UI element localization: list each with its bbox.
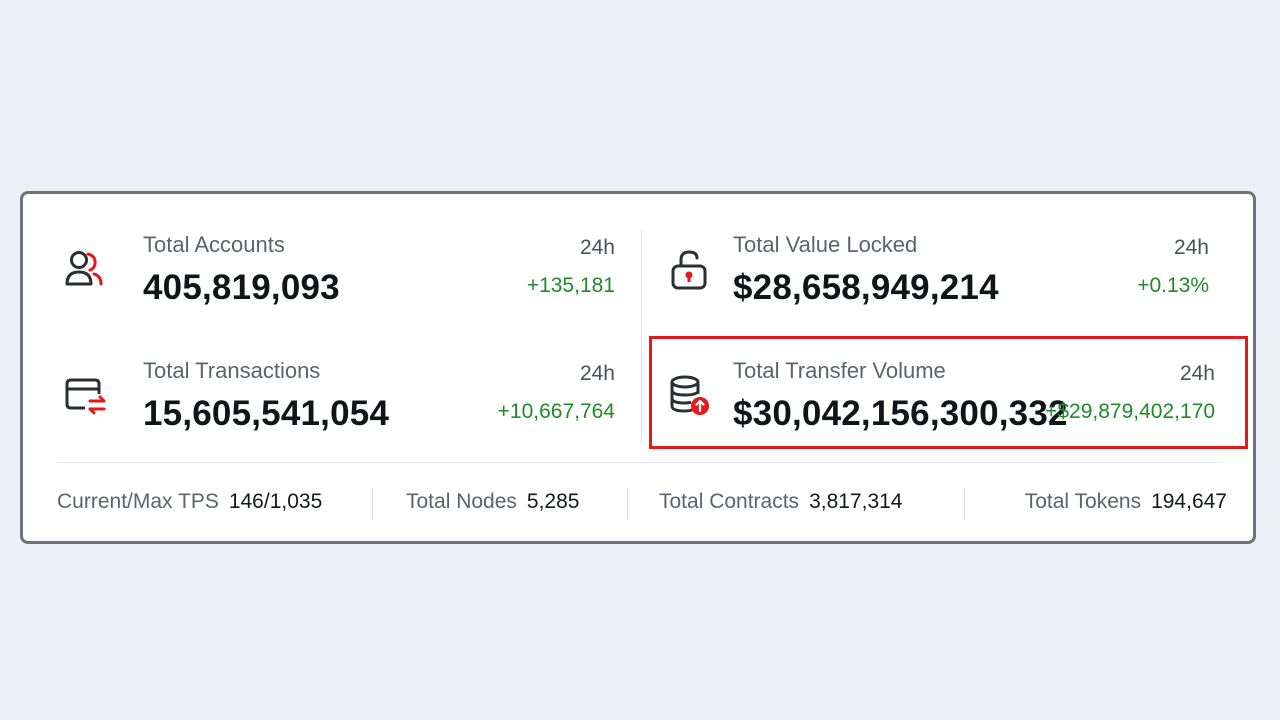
metric-tps[interactable]: Current/Max TPS 146/1,035 [57, 490, 322, 514]
footer-metrics: Current/Max TPS 146/1,035 Total Nodes 5,28… [57, 480, 1227, 528]
footer-separator [627, 488, 628, 520]
stat-total-accounts[interactable]: Total Accounts 405,819,093 24h +135,181 [59, 218, 619, 314]
unlock-icon [665, 244, 717, 296]
stat-label: Total Transfer Volume [733, 358, 946, 383]
stat-total-value-locked[interactable]: Total Value Locked $28,658,949,214 24h +… [655, 218, 1225, 314]
stat-period: 24h [579, 236, 615, 259]
stat-period: 24h [1179, 362, 1215, 385]
card-transfer-icon [59, 370, 111, 422]
stat-period: 24h [579, 362, 615, 385]
metric-nodes[interactable]: Total Nodes 5,285 [406, 490, 579, 514]
stat-label: Total Value Locked [733, 232, 918, 257]
stat-total-transactions[interactable]: Total Transactions 15,605,541,054 24h +1… [59, 344, 619, 440]
metric-contracts[interactable]: Total Contracts 3,817,314 [659, 490, 903, 514]
stat-change: +135,181 [526, 274, 615, 297]
metric-label: Total Tokens [1024, 490, 1142, 513]
stat-value: 405,819,093 [143, 268, 340, 307]
metric-value: 194,647 [1151, 490, 1227, 513]
metric-value: 3,817,314 [809, 490, 903, 513]
metric-value: 5,285 [526, 490, 580, 513]
footer-separator [964, 488, 965, 520]
metric-label: Total Nodes [406, 490, 517, 513]
stat-label: Total Accounts [143, 232, 285, 257]
stat-label: Total Transactions [143, 358, 321, 383]
stat-change: +0.13% [1137, 274, 1209, 297]
stat-total-transfer-volume[interactable]: Total Transfer Volume $30,042,156,300,33… [655, 344, 1225, 440]
metric-label: Total Contracts [659, 490, 800, 513]
footer-separator [372, 488, 373, 520]
stat-change: +10,667,764 [497, 400, 615, 423]
users-icon [59, 244, 111, 296]
horizontal-divider [57, 462, 1223, 463]
metric-tokens[interactable]: Total Tokens 194,647 [1025, 490, 1227, 514]
metric-value: 146/1,035 [228, 490, 323, 513]
metric-label: Current/Max TPS [57, 490, 219, 513]
vertical-divider [641, 230, 642, 444]
stat-value: $28,658,949,214 [733, 268, 999, 307]
network-stats-card: Total Accounts 405,819,093 24h +135,181 … [20, 191, 1256, 544]
stat-value: 15,605,541,054 [143, 394, 390, 433]
stat-period: 24h [1173, 236, 1209, 259]
stat-value: $30,042,156,300,332 [733, 394, 1068, 433]
database-upload-icon [665, 370, 717, 422]
stat-change: +$29,879,402,170 [1045, 400, 1215, 423]
